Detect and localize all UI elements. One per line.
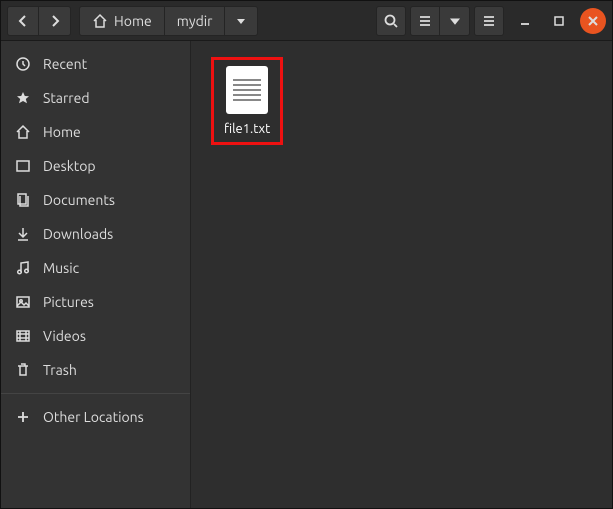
close-button[interactable] <box>580 8 606 34</box>
body: Recent Starred Home Desktop Documents Do… <box>1 41 612 508</box>
path-current[interactable]: mydir <box>165 6 226 36</box>
sidebar-item-home[interactable]: Home <box>1 115 190 149</box>
path-home-label: Home <box>114 13 152 29</box>
sidebar-item-desktop[interactable]: Desktop <box>1 149 190 183</box>
chevron-left-icon <box>15 13 31 29</box>
sidebar-item-label: Home <box>43 124 81 140</box>
path-bar: Home mydir <box>79 6 258 36</box>
sidebar: Recent Starred Home Desktop Documents Do… <box>1 41 191 508</box>
close-icon <box>585 13 601 29</box>
sidebar-item-label: Pictures <box>43 294 94 310</box>
sidebar-item-other-locations[interactable]: Other Locations <box>1 400 190 434</box>
file-manager-window: Home mydir <box>0 0 613 509</box>
desktop-icon <box>15 158 31 174</box>
trash-icon <box>15 362 31 378</box>
sidebar-item-documents[interactable]: Documents <box>1 183 190 217</box>
sidebar-item-label: Recent <box>43 56 87 72</box>
star-icon <box>15 90 31 106</box>
clock-icon <box>15 56 31 72</box>
file-label: file1.txt <box>224 122 270 136</box>
sidebar-item-videos[interactable]: Videos <box>1 319 190 353</box>
search-icon <box>383 13 399 29</box>
sidebar-item-recent[interactable]: Recent <box>1 47 190 81</box>
sidebar-item-label: Documents <box>43 192 115 208</box>
text-file-icon <box>226 66 268 114</box>
file-item[interactable]: file1.txt <box>211 57 283 145</box>
sidebar-item-starred[interactable]: Starred <box>1 81 190 115</box>
path-current-label: mydir <box>177 13 213 29</box>
sidebar-item-label: Trash <box>43 362 77 378</box>
minimize-button[interactable] <box>512 8 538 34</box>
hamburger-icon <box>481 13 497 29</box>
sidebar-item-trash[interactable]: Trash <box>1 353 190 387</box>
sidebar-item-label: Desktop <box>43 158 96 174</box>
view-dropdown-button[interactable] <box>440 6 470 36</box>
sidebar-item-label: Music <box>43 260 79 276</box>
sidebar-item-pictures[interactable]: Pictures <box>1 285 190 319</box>
forward-button[interactable] <box>39 6 71 36</box>
hamburger-menu-button[interactable] <box>474 6 504 36</box>
home-icon <box>15 124 31 140</box>
back-button[interactable] <box>7 6 39 36</box>
sidebar-item-label: Starred <box>43 90 90 106</box>
home-icon <box>92 13 108 29</box>
list-view-button[interactable] <box>410 6 440 36</box>
nav-group <box>7 6 71 36</box>
downloads-icon <box>15 226 31 242</box>
search-button[interactable] <box>376 6 406 36</box>
chevron-right-icon <box>47 13 63 29</box>
sidebar-item-label: Other Locations <box>43 409 144 425</box>
sidebar-item-music[interactable]: Music <box>1 251 190 285</box>
sidebar-item-label: Videos <box>43 328 86 344</box>
sidebar-separator <box>1 393 190 394</box>
videos-icon <box>15 328 31 344</box>
maximize-button[interactable] <box>546 8 572 34</box>
caret-down-icon <box>447 13 463 29</box>
caret-down-icon <box>233 13 249 29</box>
plus-icon <box>15 409 31 425</box>
maximize-icon <box>551 13 567 29</box>
sidebar-item-label: Downloads <box>43 226 113 242</box>
path-menu-button[interactable] <box>225 6 258 36</box>
sidebar-item-downloads[interactable]: Downloads <box>1 217 190 251</box>
list-icon <box>417 13 433 29</box>
content-area[interactable]: file1.txt <box>191 41 612 508</box>
minimize-icon <box>517 13 533 29</box>
pictures-icon <box>15 294 31 310</box>
documents-icon <box>15 192 31 208</box>
view-group <box>410 6 470 36</box>
titlebar: Home mydir <box>1 1 612 41</box>
path-home[interactable]: Home <box>79 6 165 36</box>
music-icon <box>15 260 31 276</box>
